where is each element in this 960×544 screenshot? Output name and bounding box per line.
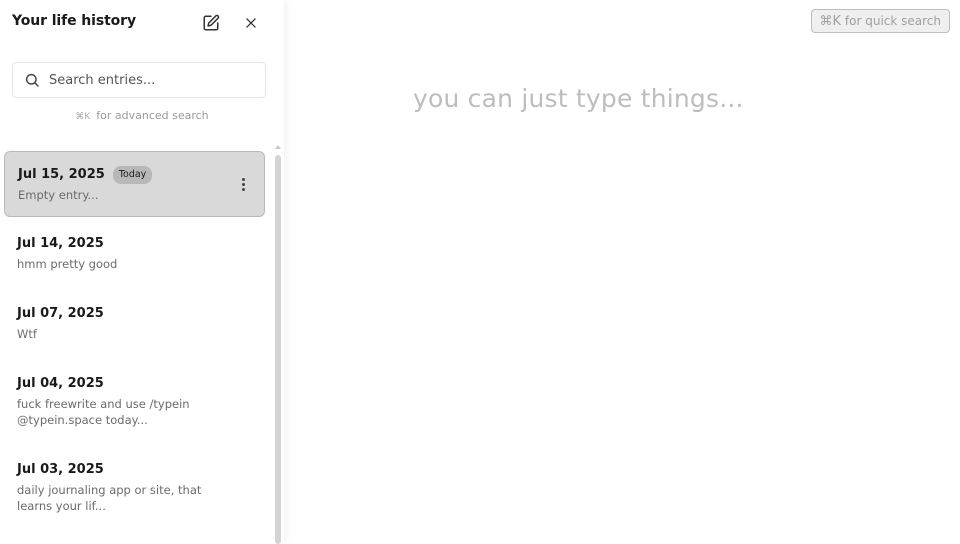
dot — [241, 177, 245, 181]
more-vertical-icon[interactable] — [236, 174, 250, 194]
advanced-search-shortcut: ⌘K — [75, 112, 91, 122]
entry-snippet: fuck freewrite and use /typein @typein.s… — [17, 397, 190, 427]
entry-date: Jul 04, 2025 — [17, 376, 104, 391]
entry-snippet: hmm pretty good — [17, 257, 118, 271]
scrollbar-thumb[interactable] — [275, 155, 281, 544]
close-icon — [246, 18, 256, 28]
editor-area[interactable] — [300, 60, 940, 530]
history-sidebar: Your life history ⌘Kfor advanced s — [0, 0, 284, 544]
advanced-search-hint: ⌘K for advanced search — [0, 109, 284, 122]
app-window: Your life history ⌘Kfor advanced s — [0, 0, 960, 544]
entry-date: Jul 15, 2025 — [18, 167, 105, 182]
dot — [241, 182, 245, 186]
today-badge: Today — [112, 166, 153, 184]
scroll-up-arrow-icon[interactable] — [275, 145, 281, 149]
search-box — [12, 62, 266, 98]
sidebar-header: Your life history — [12, 12, 272, 34]
quick-search-text: for quick search — [844, 14, 941, 28]
entry-item[interactable]: Jul 14, 2025 hmm pretty good — [4, 221, 265, 291]
new-entry-button[interactable] — [200, 12, 222, 34]
entry-item[interactable]: Jul 03, 2025 daily journaling app or sit… — [4, 447, 265, 533]
entry-item[interactable]: Jul 07, 2025 Wtf — [4, 291, 265, 361]
editor-placeholder: you can just type things... — [413, 84, 744, 113]
dot — [241, 187, 245, 191]
entries-scrollbar[interactable] — [274, 145, 282, 544]
quick-search-button[interactable]: ⌘K for quick search — [810, 9, 950, 33]
entry-date-row: Jul 15, 2025 Today — [18, 165, 252, 185]
entry-snippet: daily journaling app or site, that learn… — [17, 483, 202, 513]
advanced-search-text: for advanced search — [96, 109, 209, 122]
search-entries-input[interactable] — [49, 63, 259, 97]
search-icon — [25, 73, 39, 87]
entries-list: Jul 15, 2025 Today Empty entry... Jul 14… — [4, 151, 266, 544]
entry-item[interactable]: Jul 04, 2025 fuck freewrite and use /typ… — [4, 361, 265, 447]
entry-date: Jul 07, 2025 — [17, 306, 104, 321]
entry-item-active[interactable]: Jul 15, 2025 Today Empty entry... — [4, 151, 265, 217]
quick-search-shortcut: ⌘K — [819, 14, 842, 29]
close-sidebar-button[interactable] — [240, 12, 262, 34]
entry-date: Jul 14, 2025 — [17, 236, 104, 251]
entry-snippet: Wtf — [17, 327, 37, 341]
entry-snippet: Empty entry... — [18, 188, 99, 202]
edit-icon — [203, 14, 220, 31]
sidebar-title: Your life history — [12, 13, 137, 29]
entry-date: Jul 03, 2025 — [17, 462, 104, 477]
